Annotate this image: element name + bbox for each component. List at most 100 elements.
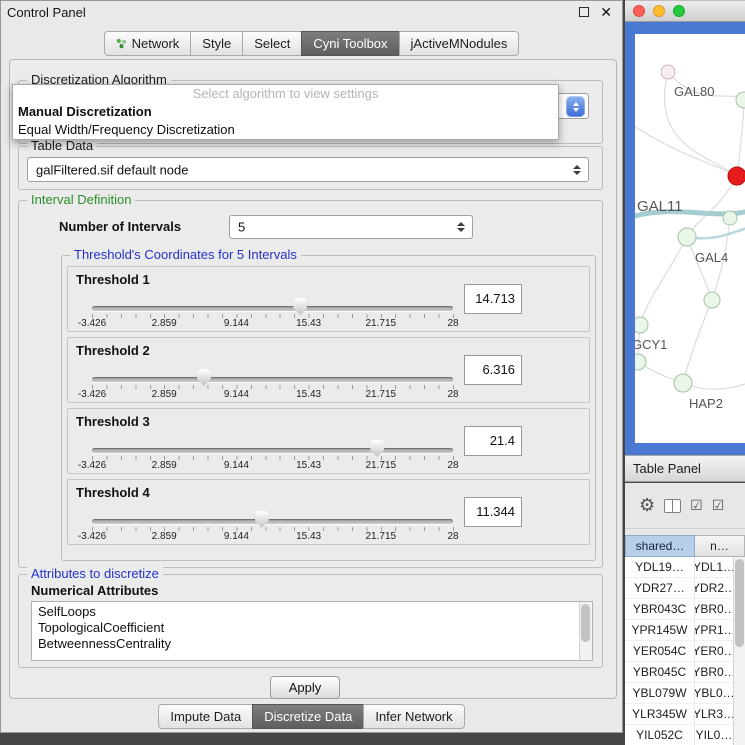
tab-impute-data[interactable]: Impute Data bbox=[158, 704, 253, 729]
attribute-item[interactable]: TopologicalCoefficient bbox=[32, 620, 592, 636]
table-scrollbar[interactable] bbox=[733, 557, 745, 745]
network-node[interactable] bbox=[661, 65, 675, 79]
network-node[interactable] bbox=[736, 92, 745, 108]
threshold-slider-thumb-icon[interactable] bbox=[197, 369, 211, 386]
table-row[interactable]: YPR145WYPR1… bbox=[625, 620, 733, 641]
slider-tick-marks bbox=[92, 314, 454, 318]
gear-icon[interactable]: ⚙ bbox=[639, 495, 655, 516]
columns-icon[interactable] bbox=[664, 499, 681, 513]
network-node[interactable] bbox=[635, 354, 646, 370]
list-scrollbar[interactable] bbox=[579, 602, 592, 660]
tab-label: Impute Data bbox=[170, 709, 241, 724]
cell-shared-name: YLR345W bbox=[625, 704, 695, 724]
network-node[interactable] bbox=[678, 228, 696, 246]
slider-tick-label: 21.715 bbox=[366, 318, 397, 329]
control-panel-window: Control Panel ✕ Network Style Select Cyni T… bbox=[0, 0, 623, 733]
slider-tick-label: 21.715 bbox=[366, 389, 397, 400]
threshold-slider-thumb-icon[interactable] bbox=[370, 440, 384, 457]
cell-shared-name: YDL19… bbox=[625, 557, 695, 577]
table-data-combobox-value: galFiltered.sif default node bbox=[36, 162, 188, 177]
cell-name: YIL0… bbox=[695, 725, 733, 745]
show-columns-check-icon[interactable]: ☑ bbox=[690, 497, 703, 514]
threshold-slider-track[interactable] bbox=[92, 306, 453, 311]
threshold-value-field[interactable]: 11.344 bbox=[464, 497, 522, 527]
tab-jactivemnodules[interactable]: jActiveMNodules bbox=[399, 31, 520, 56]
tab-discretize-data[interactable]: Discretize Data bbox=[252, 704, 364, 729]
cyni-toolbox-pane: Discretization Algorithm Select algorith… bbox=[9, 59, 617, 699]
attributes-group-label: Attributes to discretize bbox=[27, 566, 163, 581]
table-row[interactable]: YBR045CYBR0… bbox=[625, 662, 733, 683]
close-panel-icon[interactable]: ✕ bbox=[600, 7, 612, 17]
numerical-attributes-title: Numerical Attributes bbox=[31, 583, 158, 598]
threshold-slider-thumb-icon[interactable] bbox=[255, 511, 269, 528]
traffic-light-zoom-icon[interactable] bbox=[673, 5, 685, 17]
table-row[interactable]: YBR043CYBR0… bbox=[625, 599, 733, 620]
list-scrollbar-thumb[interactable] bbox=[581, 604, 590, 642]
tab-cyni-toolbox[interactable]: Cyni Toolbox bbox=[301, 31, 399, 56]
threshold-slider-track[interactable] bbox=[92, 448, 453, 453]
traffic-light-close-icon[interactable] bbox=[633, 5, 645, 17]
slider-tick-label: 28 bbox=[447, 389, 458, 400]
tab-network[interactable]: Network bbox=[104, 31, 192, 56]
threshold-slider-track[interactable] bbox=[92, 377, 453, 382]
cell-shared-name: YER054C bbox=[625, 641, 695, 661]
interval-definition-group-label: Interval Definition bbox=[27, 192, 135, 207]
table-row[interactable]: YLR345WYLR3… bbox=[625, 704, 733, 725]
network-node[interactable] bbox=[723, 211, 737, 225]
threshold-slider-thumb-icon[interactable] bbox=[293, 298, 307, 315]
tab-label: Network bbox=[132, 36, 180, 51]
table-row[interactable]: YDL19…YDL1… bbox=[625, 557, 733, 578]
tab-select[interactable]: Select bbox=[242, 31, 302, 56]
select-columns-check-icon[interactable]: ☑ bbox=[712, 497, 725, 514]
slider-tick-label: 28 bbox=[447, 531, 458, 542]
network-node[interactable] bbox=[674, 374, 692, 392]
cell-name: YBR0… bbox=[695, 662, 733, 682]
threshold-slider-track[interactable] bbox=[92, 519, 453, 524]
table-row[interactable]: YBL079WYBL0… bbox=[625, 683, 733, 704]
table-data-combobox[interactable]: galFiltered.sif default node bbox=[27, 157, 589, 182]
cell-shared-name: YBR043C bbox=[625, 599, 695, 619]
combo-arrows-icon[interactable] bbox=[457, 222, 465, 232]
apply-button[interactable]: Apply bbox=[270, 676, 340, 699]
column-header-name[interactable]: n… bbox=[695, 535, 745, 557]
tab-style[interactable]: Style bbox=[190, 31, 243, 56]
attribute-item[interactable]: SelfLoops bbox=[32, 604, 592, 620]
threshold-value-field[interactable]: 21.4 bbox=[464, 426, 522, 456]
table-row[interactable]: YDR27…YDR2… bbox=[625, 578, 733, 599]
network-frame: GAL80GAL11GAL4GCY1HAP2 bbox=[625, 22, 745, 455]
table-row[interactable]: YIL052CYIL0… bbox=[625, 725, 733, 745]
float-window-icon[interactable] bbox=[579, 7, 589, 17]
table-row[interactable]: YER054CYER0… bbox=[625, 641, 733, 662]
control-panel-titlebar: Control Panel ✕ bbox=[1, 1, 622, 23]
dropdown-option-equal-width-frequency-discretization[interactable]: Equal Width/Frequency Discretization bbox=[13, 121, 558, 139]
slider-tick-label: 2.859 bbox=[152, 531, 177, 542]
traffic-light-minimize-icon[interactable] bbox=[653, 5, 665, 17]
network-node[interactable] bbox=[728, 167, 745, 185]
num-intervals-combobox[interactable]: 5 bbox=[229, 215, 473, 239]
threshold-value-field[interactable]: 14.713 bbox=[464, 284, 522, 314]
dropdown-placeholder-option[interactable]: Select algorithm to view settings bbox=[13, 85, 558, 103]
tab-label: Select bbox=[254, 36, 290, 51]
thresholds-container: Threshold 1-3.4262.8599.14415.4321.71528… bbox=[67, 266, 590, 550]
dropdown-option-manual-discretization[interactable]: Manual Discretization bbox=[13, 103, 558, 121]
network-node-label: GAL11 bbox=[637, 198, 683, 215]
cell-shared-name: YPR145W bbox=[625, 620, 695, 640]
table-scrollbar-thumb[interactable] bbox=[735, 559, 744, 647]
cell-name: YLR3… bbox=[695, 704, 733, 724]
slider-tick-marks bbox=[92, 527, 454, 531]
table-data-group-label: Table Data bbox=[27, 138, 97, 153]
thresholds-group-label: Threshold's Coordinates for 5 Intervals bbox=[70, 247, 301, 262]
column-header-shared-name[interactable]: shared… bbox=[625, 535, 695, 557]
slider-tick-label: 28 bbox=[447, 318, 458, 329]
interval-definition-group: Interval Definition Number of Intervals … bbox=[18, 200, 603, 568]
threshold-value-field[interactable]: 6.316 bbox=[464, 355, 522, 385]
combo-arrows-icon[interactable] bbox=[573, 165, 581, 175]
network-node[interactable] bbox=[704, 292, 720, 308]
network-canvas[interactable]: GAL80GAL11GAL4GCY1HAP2 bbox=[635, 34, 745, 443]
combo-stepper-icon[interactable] bbox=[566, 96, 585, 117]
attribute-item[interactable]: BetweennessCentrality bbox=[32, 636, 592, 652]
network-node[interactable] bbox=[635, 317, 648, 333]
tab-infer-network[interactable]: Infer Network bbox=[363, 704, 464, 729]
tab-label: jActiveMNodules bbox=[411, 36, 508, 51]
cell-shared-name: YDR27… bbox=[625, 578, 695, 598]
